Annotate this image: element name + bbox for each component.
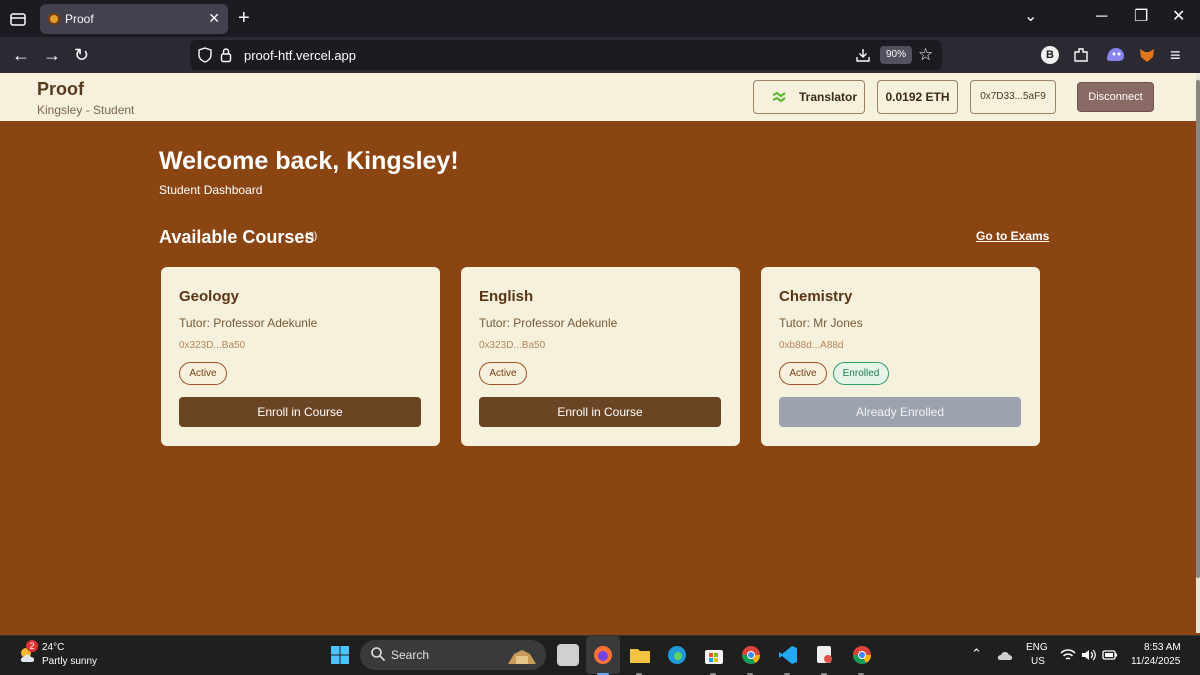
course-tutor: Tutor: Professor Adekunle <box>479 316 618 330</box>
course-card-chemistry: Chemistry Tutor: Mr Jones 0xb88d...A88d … <box>761 267 1040 446</box>
windows-start-icon[interactable] <box>330 645 350 665</box>
chrome-profile-icon[interactable] <box>851 644 873 666</box>
translator-button[interactable]: Translator <box>753 80 865 114</box>
search-icon <box>371 647 386 662</box>
search-label: Search <box>391 648 430 662</box>
extensions-puzzle-icon[interactable] <box>1072 46 1090 64</box>
volume-icon[interactable] <box>1081 648 1097 662</box>
taskbar: 2 24°C Partly sunny Search ⌃ ENG US 8:53… <box>0 635 1200 675</box>
welcome-heading: Welcome back, Kingsley! <box>159 147 459 175</box>
new-tab-icon[interactable]: + <box>238 6 250 30</box>
tab-overflow-chevron-icon[interactable]: ⌄ <box>1024 7 1037 27</box>
clock-date[interactable]: 11/24/2025 <box>1131 656 1180 667</box>
tab-list-icon[interactable] <box>8 9 28 29</box>
translator-icon <box>772 91 786 103</box>
bookmark-star-icon[interactable]: ☆ <box>918 45 933 65</box>
browser-tab-bar: Proof ✕ + ⌄ ─ ❐ ✕ <box>0 0 1200 37</box>
weather-description: Partly sunny <box>42 656 98 667</box>
brand-title: Proof <box>37 79 84 99</box>
close-window-icon[interactable]: ✕ <box>1172 7 1185 27</box>
task-view-icon[interactable] <box>557 644 579 666</box>
eth-balance: 0.0192 ETH <box>877 80 958 114</box>
restore-icon[interactable]: ❐ <box>1134 7 1148 27</box>
zoom-level-badge[interactable]: 90% <box>880 46 913 64</box>
course-title: Geology <box>179 288 240 305</box>
notification-badge: 2 <box>26 640 38 652</box>
ghost-extension-icon[interactable] <box>1104 46 1126 64</box>
lock-icon[interactable] <box>220 47 232 63</box>
forward-icon[interactable]: → <box>43 44 61 66</box>
available-courses-heading: Available Courses <box>159 227 315 247</box>
already-enrolled-button[interactable]: Already Enrolled <box>779 397 1021 427</box>
fox-wallet-icon[interactable] <box>1138 46 1156 64</box>
course-card-geology: Geology Tutor: Professor Adekunle 0x323D… <box>161 267 440 446</box>
temperature: 24°C <box>42 642 65 653</box>
input-region[interactable]: US <box>1031 656 1045 667</box>
tutor-address: 0xb88d...A88d <box>779 340 844 351</box>
course-card-english: English Tutor: Professor Adekunle 0x323D… <box>461 267 740 446</box>
course-title: English <box>479 288 534 305</box>
status-badge-active: Active <box>179 362 227 385</box>
address-bar[interactable]: proof-htf.vercel.app 90% ☆ <box>190 40 942 70</box>
wifi-icon[interactable] <box>1060 648 1076 662</box>
course-title: Chemistry <box>779 288 853 305</box>
translator-label: Translator <box>799 90 858 104</box>
menu-icon[interactable]: ≡ <box>1170 44 1181 66</box>
go-to-exams-link[interactable]: Go to Exams <box>976 229 1049 243</box>
status-badge-enrolled: Enrolled <box>833 362 889 385</box>
clock-time[interactable]: 8:53 AM <box>1144 642 1181 653</box>
disconnect-button[interactable]: Disconnect <box>1077 82 1154 112</box>
minimize-icon[interactable]: ─ <box>1096 7 1107 27</box>
url-text: proof-htf.vercel.app <box>244 48 357 63</box>
tutor-address: 0x323D...Ba50 <box>179 340 246 351</box>
user-role-label: Kingsley - Student <box>37 103 135 117</box>
search-highlight-illustration <box>508 650 536 664</box>
edge-icon[interactable] <box>666 644 688 666</box>
browser-nav-bar: ← → ↻ proof-htf.vercel.app 90% ☆ B ≡ <box>0 37 1200 73</box>
shield-icon[interactable] <box>198 47 212 63</box>
status-badge-active: Active <box>779 362 827 385</box>
close-tab-icon[interactable]: ✕ <box>208 10 220 27</box>
show-hidden-icons-chevron-icon[interactable]: ⌃ <box>971 646 982 662</box>
tab-title: Proof <box>65 12 94 26</box>
battery-icon[interactable] <box>1102 649 1118 661</box>
course-tutor: Tutor: Professor Adekunle <box>179 316 318 330</box>
chrome-icon[interactable] <box>740 644 762 666</box>
input-language[interactable]: ENG <box>1026 642 1048 653</box>
onedrive-cloud-icon[interactable] <box>997 648 1015 662</box>
dashboard-subtitle: Student Dashboard <box>159 183 263 197</box>
scrollbar-thumb[interactable] <box>1196 80 1200 578</box>
wallet-address[interactable]: 0x7D33...5aF9 <box>970 80 1056 114</box>
firefox-icon[interactable] <box>592 644 614 666</box>
account-avatar-icon[interactable]: B <box>1041 46 1059 64</box>
enroll-button[interactable]: Enroll in Course <box>179 397 421 427</box>
browser-tab-proof[interactable]: Proof ✕ <box>40 4 228 34</box>
file-explorer-icon[interactable] <box>629 644 651 666</box>
vscode-icon[interactable] <box>777 644 799 666</box>
courses-count: (3) <box>305 231 318 242</box>
snipping-tool-icon[interactable] <box>814 644 836 666</box>
reload-icon[interactable]: ↻ <box>74 44 89 66</box>
proof-favicon-icon <box>48 13 60 25</box>
enroll-button[interactable]: Enroll in Course <box>479 397 721 427</box>
store-icon[interactable] <box>703 644 725 666</box>
taskbar-search[interactable]: Search <box>360 640 546 670</box>
back-icon[interactable]: ← <box>12 44 30 66</box>
tutor-address: 0x323D...Ba50 <box>479 340 546 351</box>
save-page-icon[interactable] <box>855 47 871 63</box>
app-header: Proof Kingsley - Student Translator 0.01… <box>0 73 1196 121</box>
status-badge-active: Active <box>479 362 527 385</box>
course-tutor: Tutor: Mr Jones <box>779 316 863 330</box>
